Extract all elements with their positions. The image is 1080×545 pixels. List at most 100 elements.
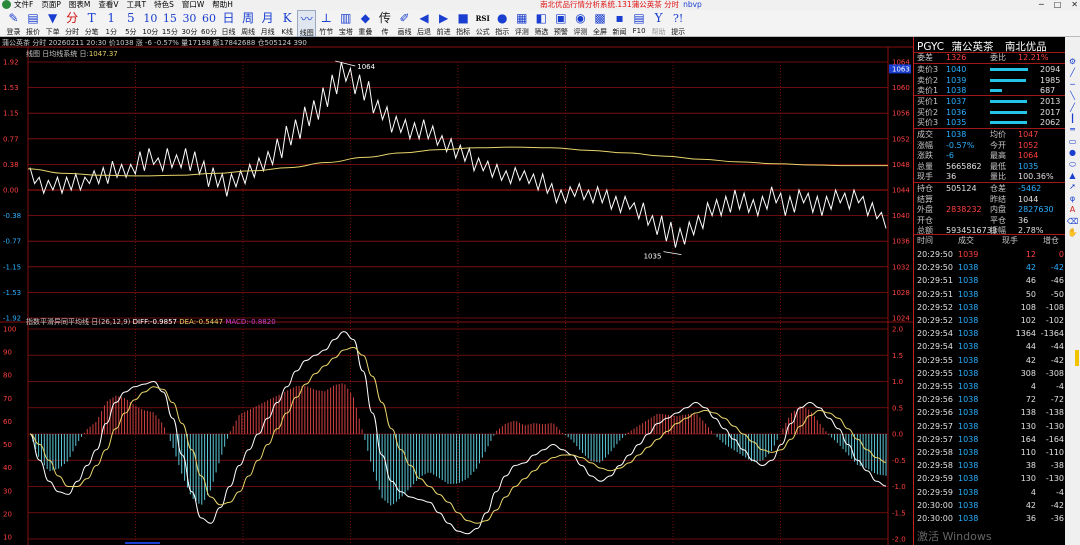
stat-label: 开仓	[917, 215, 933, 225]
window-controls: ─ □ ✕	[1039, 0, 1078, 10]
right-axis-tick: 1.5	[892, 352, 903, 360]
bid-row: 买价2 1036 2017	[914, 107, 1066, 118]
macd-legend-dea: DEA:-0.5447	[179, 318, 224, 326]
high-annotation: 1064	[357, 63, 375, 71]
toolbar-button-icon: 30	[182, 12, 197, 25]
app-logo-icon[interactable]	[2, 0, 11, 9]
tick-time: 20:29:59	[917, 487, 953, 497]
gear-icon[interactable]: ⚙	[1067, 57, 1078, 67]
bid-volume-bar	[990, 121, 1028, 124]
circle-icon[interactable]: ●	[1067, 148, 1078, 158]
ellipse-icon[interactable]: ⬭	[1067, 160, 1078, 170]
eraser-icon[interactable]: ⌫	[1067, 217, 1078, 227]
tick-row: 20:29:51 1038 50 -50	[914, 289, 1066, 300]
fib-icon[interactable]: φ	[1067, 194, 1078, 204]
line-icon[interactable]: ╱	[1067, 103, 1078, 113]
left-axis-tick: -0.77	[3, 238, 21, 246]
right-axis-tick: 0.0	[892, 431, 903, 439]
chart-panel[interactable]: 1064 1.92 1060 1.53 1056 1.15 1052 0.77 1048 0.38…	[0, 37, 913, 545]
bid-volume: 2013	[1040, 97, 1061, 106]
stat-label: 量比	[990, 172, 1006, 181]
channel-icon[interactable]: ═	[1067, 125, 1078, 135]
tick-hand: 138	[1020, 408, 1036, 418]
tick-row: 20:29:58 1038 110 -110	[914, 447, 1066, 458]
toolbar-button-icon: 传	[378, 11, 391, 25]
tick-header-change: 增仓	[1043, 236, 1059, 245]
segment-icon[interactable]: ┃	[1067, 114, 1078, 124]
tick-price: 1038	[958, 329, 979, 339]
rect-icon[interactable]: ▭	[1067, 137, 1078, 147]
line-icon[interactable]: ─	[1067, 80, 1078, 90]
stat-label: 涨幅	[917, 140, 933, 150]
activation-watermark: 激活 Windows	[917, 530, 992, 543]
window-title: 南北优品行情分析系统.131蒲公英茶 分时 nbvp	[540, 0, 702, 10]
tick-row: 20:29:56 1038 138 -138	[914, 407, 1066, 418]
maximize-button[interactable]: □	[1054, 0, 1062, 10]
minimize-button[interactable]: ─	[1039, 0, 1044, 10]
tick-time: 20:29:55	[917, 368, 953, 378]
hand-icon[interactable]: ✋	[1067, 228, 1078, 238]
tick-header-time: 时间	[917, 236, 933, 245]
toolbar-button-icon: RSI	[475, 14, 490, 23]
tick-change: -110	[1045, 448, 1064, 457]
macd-legend: 指数平滑异同平均线 日(26,12,9) DIFF:-0.9857 DEA:-0…	[26, 317, 276, 327]
tick-change: -38	[1050, 461, 1064, 471]
toolbar-button-icon: ?!	[673, 12, 684, 25]
bid-price: 1036	[946, 107, 967, 117]
toolbar-button-icon: ▦	[516, 11, 528, 25]
bid-volume: 2017	[1040, 107, 1061, 117]
price-legend-value: 1047.37	[88, 50, 118, 58]
triangle-icon[interactable]: ▲	[1067, 171, 1078, 181]
tick-row: 20:29:58 1038 38 -38	[914, 460, 1066, 471]
toolbar-button-icon: ▣	[555, 11, 567, 25]
toolbar-button-icon: ◀	[419, 11, 429, 25]
tick-row: 20:29:50 1038 42 -42	[914, 262, 1066, 273]
tick-hand: 4	[1030, 382, 1036, 391]
tick-price: 1038	[958, 461, 979, 471]
tick-hand: 102	[1020, 316, 1036, 325]
tick-price: 1038	[958, 434, 979, 444]
menu-bar: 文件F 页面P 图表M 查看V 工具T 特色S 窗口W 帮助H	[14, 0, 233, 10]
text-icon[interactable]: A	[1067, 205, 1078, 215]
macd-legend-name: 指数平滑异同平均线 日(26,12,9)	[26, 318, 131, 326]
bid-label: 买价3	[917, 118, 939, 127]
tick-hand: 50	[1025, 289, 1036, 299]
stat-row: 持仓 505124 仓差 -5462	[914, 183, 1066, 194]
tick-price: 1038	[958, 514, 979, 523]
ray-icon[interactable]: ╲	[1067, 91, 1078, 101]
tick-price: 1039	[958, 250, 979, 259]
toolbar-button[interactable]: ?! 提示	[669, 10, 688, 37]
tick-row: 20:29:54 1038 1364 -1364	[914, 328, 1066, 339]
tick-time: 20:30:00	[917, 500, 953, 510]
toolbar-button-icon: 月	[261, 11, 274, 25]
stat-label: 昨结	[990, 194, 1006, 204]
bid-row: 买价1 1037 2013	[914, 96, 1066, 107]
window-subtitle: nbvp	[683, 0, 702, 9]
stat-value: 36	[1018, 215, 1029, 225]
tick-price: 1038	[958, 474, 979, 484]
tick-time: 20:29:51	[917, 289, 953, 299]
chart-info-line: 蒲公英茶 分时 20260211 20:30 价1038 涨 -6 -0.57%…	[2, 39, 307, 47]
stat-value: 1044	[1018, 194, 1039, 204]
stat-value: 1035	[1018, 161, 1039, 171]
tick-time: 20:29:58	[917, 448, 953, 457]
menu-item: 文件F	[14, 0, 34, 9]
close-button[interactable]: ✕	[1071, 0, 1078, 10]
scroll-handle[interactable]	[1075, 350, 1079, 366]
tick-time: 20:29:51	[917, 276, 953, 286]
stat-value: 100.36%	[1018, 172, 1054, 181]
tick-change: -138	[1045, 408, 1064, 418]
pencil-icon[interactable]: ╱	[1067, 68, 1078, 78]
ask-volume-bar	[990, 89, 1003, 92]
toolbar-button-icon: K	[282, 11, 292, 25]
stat-label: 平仓	[990, 215, 1006, 225]
stat-row: 总量 5665862 最低 1035	[914, 161, 1066, 172]
toolbar-button-icon: ▤	[27, 11, 39, 25]
tick-price: 1038	[958, 355, 979, 365]
tick-time: 20:29:55	[917, 382, 953, 391]
toolbar-button-icon: ✐	[399, 11, 410, 25]
charts-svg[interactable]: 10641.9210601.5310561.1510520.7710480.38…	[0, 37, 913, 545]
arrow-icon[interactable]: ➚	[1067, 182, 1078, 192]
tick-time: 20:29:50	[917, 250, 953, 259]
right-axis-tick: 1048	[892, 161, 910, 169]
